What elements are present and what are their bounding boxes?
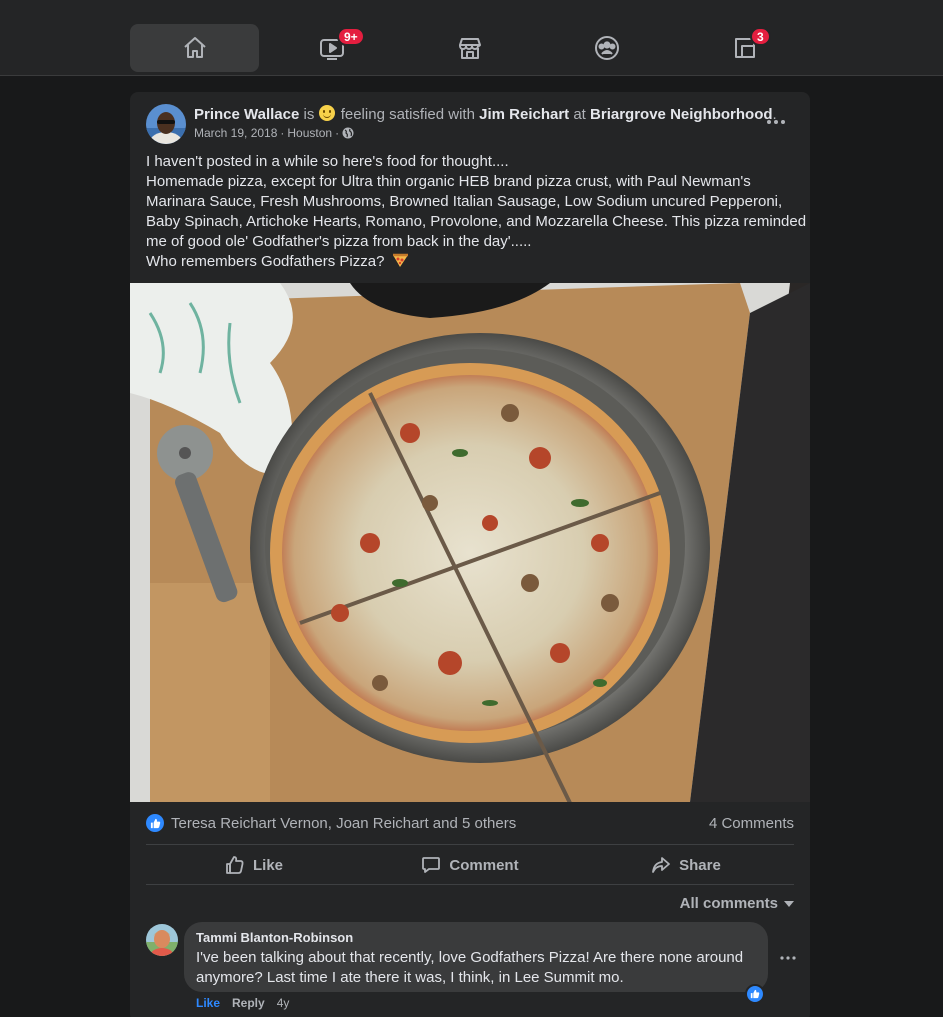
divider (146, 884, 794, 885)
comment-actions: Like Reply 4y (196, 996, 289, 1010)
post-meta: March 19, 2018 · Houston · (194, 126, 354, 140)
nav-tab-groups[interactable] (542, 24, 671, 72)
author-name[interactable]: Prince Wallace (194, 106, 299, 123)
comment-reply-button[interactable]: Reply (232, 996, 265, 1010)
comments-count[interactable]: 4 Comments (709, 815, 794, 832)
post-body: I haven't posted in a while so here's fo… (146, 152, 807, 272)
tagged-place[interactable]: Briargrove Neighborhood (590, 106, 773, 123)
top-navigation-bar: 9+ 3 (0, 0, 943, 76)
like-label: Like (252, 856, 283, 874)
post-text-line: Homemade pizza, except for Ultra thin or… (146, 173, 751, 190)
nav-tab-marketplace[interactable] (405, 24, 534, 72)
marketplace-icon (458, 38, 481, 59)
comment-filter-dropdown[interactable]: All comments (680, 895, 794, 912)
author-avatar[interactable] (146, 104, 186, 144)
share-label: Share (679, 856, 721, 874)
all-comments-label: All comments (679, 895, 778, 912)
more-options-icon (767, 120, 785, 124)
comment-button[interactable]: Comment (362, 846, 578, 884)
post-location[interactable]: Houston (287, 126, 332, 140)
like-icon (226, 856, 244, 874)
post-header: Prince Wallace is feeling satisfied with… (194, 105, 777, 123)
divider (146, 844, 794, 845)
post-text-line: me of good ole' Godfather's pizza from b… (146, 233, 532, 250)
comment-text-line: anymore? Last time I ate there it was, I… (196, 969, 624, 986)
nav-tab-watch[interactable]: 9+ (267, 24, 396, 72)
share-button[interactable]: Share (578, 846, 794, 884)
gaming-notification-badge: 3 (750, 27, 771, 46)
groups-icon (594, 36, 619, 60)
share-icon (652, 857, 671, 873)
post-text-line: Who remembers Godfathers Pizza? (146, 253, 385, 270)
watch-notification-badge: 9+ (337, 27, 365, 46)
caret-down-icon (784, 900, 794, 907)
connector-is: is (303, 106, 315, 123)
comment-icon (422, 857, 441, 873)
nav-tab-gaming[interactable]: 3 (680, 24, 809, 72)
comment-timestamp[interactable]: 4y (277, 996, 290, 1010)
comment-options-button[interactable] (776, 950, 800, 966)
post-text-line: Marinara Sauce, Fresh Mushrooms, Browned… (146, 193, 783, 210)
comment-text-line: I've been talking about that recently, l… (196, 949, 744, 966)
reactions-summary[interactable]: Teresa Reichart Vernon, Joan Reichart an… (146, 814, 516, 832)
commenter-name[interactable]: Tammi Blanton-Robinson (196, 930, 756, 946)
home-icon (183, 37, 206, 58)
comment-like-reaction-icon[interactable] (745, 984, 765, 1004)
globe-icon (342, 127, 354, 139)
more-options-icon (780, 956, 796, 960)
nav-tab-home[interactable] (130, 24, 259, 72)
post-card: Prince Wallace is feeling satisfied with… (130, 92, 810, 1017)
connector-at: at (573, 106, 586, 123)
post-text-line: Baby Spinach, Artichoke Hearts, Romano, … (146, 213, 807, 230)
tagged-person[interactable]: Jim Reichart (479, 106, 569, 123)
commenter-avatar[interactable] (146, 924, 178, 956)
like-reaction-icon (146, 814, 164, 832)
pizza-emoji-icon (392, 253, 408, 267)
feeling-text: feeling satisfied with (340, 106, 475, 123)
post-text-line: I haven't posted in a while so here's fo… (146, 153, 509, 170)
comment-label: Comment (449, 856, 519, 874)
comment-bubble: Tammi Blanton-Robinson I've been talking… (184, 922, 768, 992)
post-date[interactable]: March 19, 2018 (194, 126, 277, 140)
post-photo[interactable] (130, 283, 810, 802)
smiley-emoji-icon (318, 105, 335, 121)
post-options-button[interactable] (762, 110, 790, 134)
comment-like-button[interactable]: Like (196, 996, 220, 1010)
reactions-text: Teresa Reichart Vernon, Joan Reichart an… (171, 814, 517, 832)
like-button[interactable]: Like (146, 846, 362, 884)
